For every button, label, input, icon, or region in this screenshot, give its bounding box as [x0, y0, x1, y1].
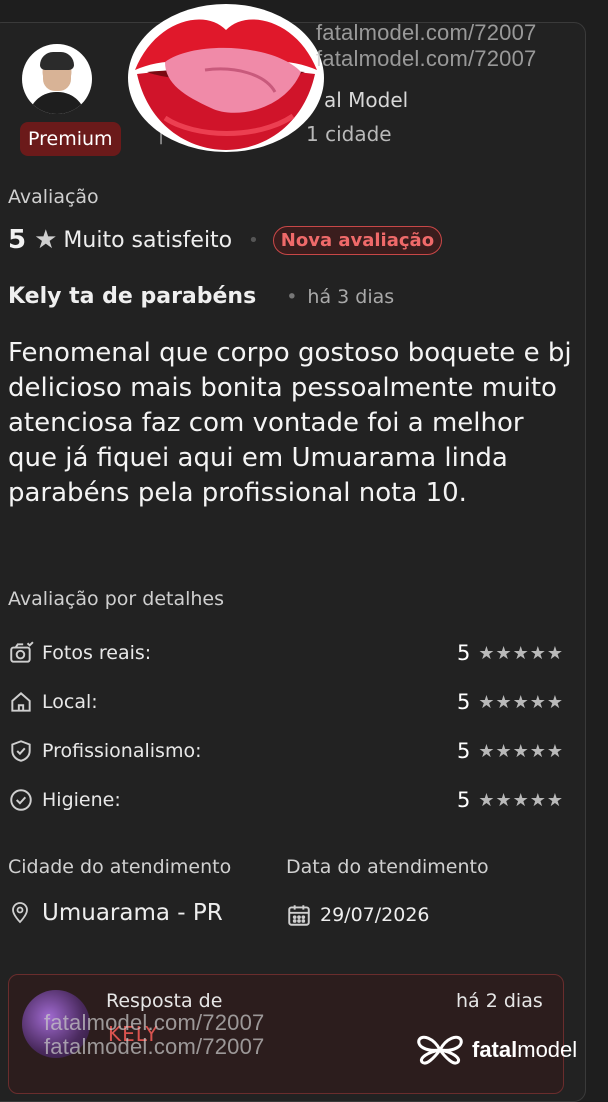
detail-label: Profissionalismo:: [42, 740, 202, 762]
location-pin-icon: [12, 902, 28, 924]
review-title: Kely ta de parabéns: [8, 284, 257, 309]
header-meta-line-1: al Model: [324, 88, 409, 112]
stars-icon: ★★★★★: [478, 642, 564, 664]
user-avatar[interactable]: [22, 44, 92, 114]
review-body: Fenomenal que corpo gostoso boquete e bj…: [8, 338, 572, 508]
detail-row-local: Local: 5 ★★★★★: [8, 687, 564, 717]
detail-label: Higiene:: [42, 789, 121, 811]
date-label: Data do atendimento: [286, 856, 489, 878]
butterfly-logo-icon: [417, 1035, 463, 1065]
date-value: 29/07/2026: [320, 904, 430, 926]
camera-icon: [10, 641, 34, 663]
detail-row-profissionalismo: Profissionalismo: 5 ★★★★★: [8, 736, 564, 766]
detail-score: 5: [456, 641, 471, 665]
brand-logo: fatalmodel: [416, 1030, 577, 1070]
calendar-icon: [288, 905, 310, 926]
detail-score: 5: [456, 739, 471, 763]
shield-check-icon: [11, 740, 31, 762]
brand-name: fatalmodel: [472, 1037, 578, 1062]
details-section-label: Avaliação por detalhes: [8, 588, 225, 610]
new-review-badge: Nova avaliação: [272, 225, 443, 255]
city-value-row: Umuarama - PR: [8, 900, 223, 926]
watermark-text: fatalmodel.com/72007: [316, 20, 537, 45]
star-icon: ★: [34, 225, 58, 255]
review-header: Kely ta de parabéns há 3 dias: [8, 284, 394, 309]
watermark-text: fatalmodel.com/72007: [44, 1010, 265, 1035]
stars-icon: ★★★★★: [478, 789, 564, 811]
watermark-text: fatalmodel.com/72007: [316, 46, 537, 71]
check-circle-icon: [10, 789, 32, 811]
detail-row-fotos: Fotos reais: 5 ★★★★★: [8, 638, 564, 668]
detail-score: 5: [456, 690, 471, 714]
response-label: Resposta de: [106, 990, 223, 1012]
response-time: há 2 dias: [456, 990, 543, 1012]
dot-separator: •: [248, 229, 259, 251]
rating-text: Muito satisfeito: [63, 227, 233, 253]
detail-label: Fotos reais:: [42, 642, 152, 664]
detail-label: Local:: [42, 691, 98, 713]
watermark-text: fatalmodel.com/72007: [44, 1034, 265, 1059]
lips-sticker-icon: [128, 4, 324, 152]
rating-score: 5: [8, 225, 27, 255]
rating-section-label: Avaliação: [8, 186, 99, 208]
date-value-row: 29/07/2026: [286, 902, 430, 928]
detail-score: 5: [456, 788, 471, 812]
stars-icon: ★★★★★: [478, 691, 564, 713]
home-icon: [11, 692, 31, 712]
city-label: Cidade do atendimento: [8, 856, 232, 878]
review-time: há 3 dias: [286, 286, 394, 308]
premium-badge: Premium: [20, 122, 121, 156]
review-card: [0, 22, 586, 1102]
city-value: Umuarama - PR: [42, 900, 223, 926]
rating-summary: 5 ★ Muito satisfeito • Nova avaliação: [8, 222, 443, 258]
stars-icon: ★★★★★: [478, 740, 564, 762]
detail-row-higiene: Higiene: 5 ★★★★★: [8, 785, 564, 815]
